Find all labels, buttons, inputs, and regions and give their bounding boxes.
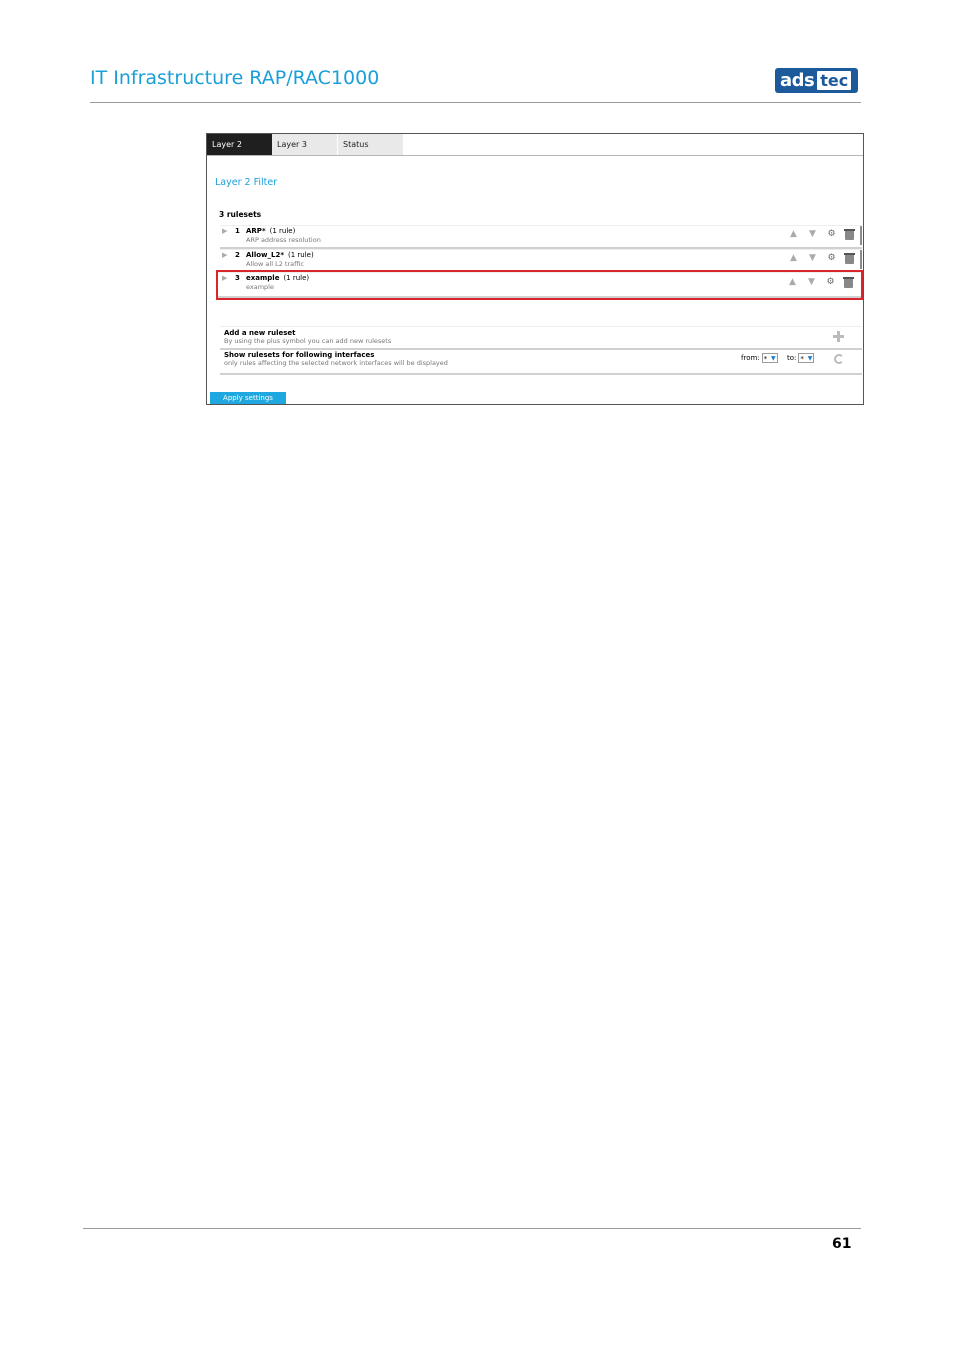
- refresh-icon[interactable]: [834, 354, 844, 364]
- row-edge-bar: [860, 226, 862, 245]
- delete-trash-icon[interactable]: [844, 253, 855, 264]
- ruleset-name-text: ARP*: [246, 227, 266, 235]
- edit-gear-icon[interactable]: ⚙: [826, 253, 837, 264]
- ruleset-actions: ▲ ▼ ⚙: [788, 229, 855, 240]
- from-select[interactable]: * ▼: [761, 353, 778, 363]
- edit-gear-icon[interactable]: ⚙: [825, 277, 836, 288]
- document-title: IT Infrastructure RAP/RAC1000: [90, 67, 380, 89]
- ruleset-description: example: [246, 283, 274, 291]
- ruleset-number: 1: [235, 227, 240, 235]
- move-down-icon[interactable]: ▼: [807, 253, 818, 264]
- to-filter: to: * ▼: [787, 353, 815, 363]
- ruleset-number: 2: [235, 251, 240, 259]
- ruleset-rule-count: (1 rule): [269, 227, 296, 235]
- ruleset-actions: ▲ ▼ ⚙: [787, 277, 854, 288]
- row-edge-bar: [860, 250, 862, 269]
- ruleset-name: Allow_L2* (1 rule): [246, 251, 314, 259]
- from-select-value: *: [763, 355, 768, 363]
- ruleset-name-text: Allow_L2*: [246, 251, 284, 259]
- section-title: Layer 2 Filter: [215, 177, 278, 188]
- move-up-icon[interactable]: ▲: [788, 229, 799, 240]
- ruleset-row-allow-l2[interactable]: ▶ 2 Allow_L2* (1 rule) Allow all L2 traff…: [220, 249, 862, 273]
- add-ruleset-subtitle: By using the plus symbol you can add new…: [224, 337, 392, 345]
- ruleset-number: 3: [235, 274, 240, 282]
- ruleset-count: 3 rulesets: [219, 210, 262, 219]
- firewall-screenshot: Layer 2 Layer 3 Status Layer 2 Filter 3 …: [206, 133, 864, 405]
- tab-layer-3[interactable]: Layer 3: [272, 134, 337, 155]
- apply-settings-button[interactable]: Apply settings: [210, 392, 286, 404]
- logo-text-ads: ads: [780, 70, 815, 91]
- move-down-icon[interactable]: ▼: [807, 229, 818, 240]
- move-up-icon[interactable]: ▲: [787, 277, 798, 288]
- delete-trash-icon[interactable]: [843, 277, 854, 288]
- to-select-value: *: [800, 355, 804, 363]
- from-label: from:: [741, 354, 760, 362]
- ruleset-name-text: example: [246, 274, 280, 282]
- interface-filter-title: Show rulesets for following interfaces: [224, 351, 375, 359]
- expand-arrow-icon[interactable]: ▶: [222, 251, 227, 259]
- interface-filter-subtitle: only rules affecting the selected networ…: [224, 359, 448, 367]
- delete-trash-icon[interactable]: [844, 229, 855, 240]
- ads-tec-logo: ads tec: [775, 68, 858, 93]
- to-select[interactable]: * ▼: [798, 353, 815, 363]
- ruleset-description: ARP address resolution: [246, 236, 321, 244]
- header-divider: [90, 102, 861, 103]
- tab-layer-2[interactable]: Layer 2: [207, 134, 272, 155]
- ruleset-row-example[interactable]: ▶ 3 example (1 rule) example ▲ ▼ ⚙: [216, 270, 863, 300]
- add-ruleset-section: Add a new ruleset By using the plus symb…: [220, 326, 862, 350]
- add-ruleset-title: Add a new ruleset: [224, 329, 296, 337]
- ruleset-actions: ▲ ▼ ⚙: [788, 253, 855, 264]
- expand-arrow-icon[interactable]: ▶: [222, 274, 227, 282]
- ruleset-description: Allow all L2 traffic: [246, 260, 304, 268]
- chevron-down-icon: ▼: [771, 355, 776, 362]
- ruleset-row-arp[interactable]: ▶ 1 ARP* (1 rule) ARP address resolution …: [220, 225, 862, 249]
- edit-gear-icon[interactable]: ⚙: [826, 229, 837, 240]
- from-filter: from: * ▼: [741, 353, 778, 363]
- page-number: 61: [832, 1236, 852, 1252]
- ruleset-rule-count: (1 rule): [287, 251, 314, 259]
- ruleset-name: ARP* (1 rule): [246, 227, 295, 235]
- chevron-down-icon: ▼: [807, 355, 813, 362]
- move-up-icon[interactable]: ▲: [788, 253, 799, 264]
- ruleset-rule-count: (1 rule): [283, 274, 310, 282]
- plus-icon[interactable]: [833, 331, 844, 342]
- interface-filter-section: Show rulesets for following interfaces o…: [220, 349, 862, 375]
- tab-status[interactable]: Status: [338, 134, 403, 155]
- ruleset-name: example (1 rule): [246, 274, 309, 282]
- tab-bar: Layer 2 Layer 3 Status: [207, 134, 863, 156]
- move-down-icon[interactable]: ▼: [806, 277, 817, 288]
- footer-divider: [83, 1228, 861, 1229]
- expand-arrow-icon[interactable]: ▶: [222, 227, 227, 235]
- logo-text-tec: tec: [817, 71, 852, 90]
- to-label: to:: [787, 354, 797, 362]
